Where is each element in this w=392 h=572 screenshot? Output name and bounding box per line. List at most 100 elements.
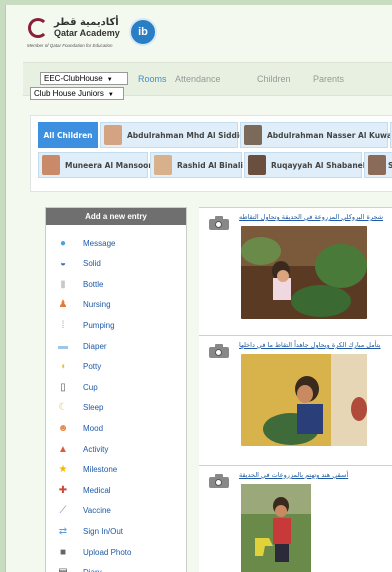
bowl-icon: ◒ [59, 258, 67, 270]
camera-icon: ■ [59, 546, 67, 558]
entry-medical[interactable]: ✚ Medical [46, 481, 186, 499]
entry-label: Upload Photo [83, 547, 132, 557]
child-avatar [368, 155, 386, 175]
clubhouse-select[interactable]: EEC-ClubHouse ▼ [40, 72, 128, 85]
clubhouse-select-value: EEC-ClubHouse [44, 74, 103, 83]
tab-child[interactable]: Rashid Al Binali [150, 152, 244, 178]
syringe-icon: ⟋ [59, 505, 67, 517]
entry-message[interactable]: ● Message [46, 234, 186, 252]
post-caption[interactable]: أسقي هند وتهتم بالمزروعات في الحديقة [239, 471, 348, 479]
diary-icon: ▤ [57, 567, 69, 572]
camera-icon [209, 474, 229, 488]
pump-icon: ⁞ [61, 319, 65, 331]
sign-in-out-icon: ⇄ [58, 525, 68, 537]
entry-label: Diaper [83, 341, 107, 351]
activity-feed: شجرة البروكلي المزروعة في الحديقة وتحاول… [199, 207, 392, 572]
chevron-down-icon: ▼ [107, 92, 114, 98]
chevron-down-icon: ▼ [106, 77, 113, 83]
child-avatar [104, 125, 122, 145]
post-photo[interactable] [241, 354, 367, 446]
nursing-icon: ♟ [58, 299, 68, 311]
entry-label: Solid [83, 259, 101, 269]
entry-label: Mood [83, 423, 104, 433]
tab-label: Ruqayyah Al Shabaneh [271, 160, 369, 170]
nav-link-children[interactable]: Children [257, 74, 291, 84]
child-avatar [154, 155, 172, 175]
group-select[interactable]: Club House Juniors ▼ [30, 87, 124, 100]
diaper-icon: ▬ [58, 340, 68, 352]
tab-child[interactable]: Muneera Al Mansoori [38, 152, 155, 178]
entry-label: Cup [83, 382, 98, 392]
logo-arabic-text: أكاديمية قطر [54, 17, 119, 28]
tab-label: All Children [43, 130, 93, 140]
potty-icon: ◖ [59, 361, 67, 373]
entry-cup[interactable]: ▯ Cup [46, 378, 186, 396]
message-bubble-icon: ● [59, 237, 67, 249]
entry-nursing[interactable]: ♟ Nursing [46, 296, 186, 314]
entry-sleep[interactable]: ☾ Sleep [46, 399, 186, 417]
feed-post: شجرة البروكلي المزروعة في الحديقة وتحاول… [199, 207, 392, 336]
entry-vaccine[interactable]: ⟋ Vaccine [46, 502, 186, 520]
entry-upload-photo[interactable]: ■ Upload Photo [46, 543, 186, 561]
tab-label: Rashid Al Binali [177, 160, 244, 170]
tab-label: Muneera Al Mansoori [65, 160, 155, 170]
post-photo[interactable] [241, 226, 367, 319]
logo-tagline: Member of Qatar Foundation for Education [27, 43, 113, 48]
qatar-academy-emblem-icon [28, 18, 48, 38]
camera-icon [209, 216, 229, 230]
tab-child[interactable]: Abdulrahman Mhd Al Siddiqi [100, 122, 247, 148]
nav-link-parents[interactable]: Parents [313, 74, 344, 84]
entry-label: Milestone [83, 465, 118, 475]
app-frame: أكاديمية قطر Qatar Academy Member of Qat… [5, 5, 392, 572]
star-icon: ★ [58, 464, 68, 476]
entry-diaper[interactable]: ▬ Diaper [46, 337, 186, 355]
entry-label: Message [83, 238, 116, 248]
post-photo[interactable] [241, 484, 311, 572]
mood-face-icon: ☻ [57, 422, 69, 434]
entry-pumping[interactable]: ⁞ Pumping [46, 316, 186, 334]
nav-link-rooms[interactable]: Rooms [138, 74, 167, 84]
entry-label: Nursing [83, 300, 111, 310]
tab-label: Abdulrahman Nasser Al Kuwari [267, 130, 392, 140]
entry-potty[interactable]: ◖ Potty [46, 358, 186, 376]
bottle-icon: ▮ [60, 278, 66, 290]
children-tabs-panel: All Children Abdulrahman Mhd Al Siddiqi … [30, 115, 392, 192]
child-avatar [244, 125, 262, 145]
post-caption[interactable]: يتأمل مبارك الكرة ويحاول جاهداً التقاط م… [239, 341, 380, 349]
feed-post: أسقي هند وتهتم بالمزروعات في الحديقة [199, 465, 392, 572]
entry-diary[interactable]: ▤ Diary [46, 564, 186, 572]
entry-label: Sleep [83, 403, 104, 413]
entry-sign-in-out[interactable]: ⇄ Sign In/Out [46, 522, 186, 540]
child-avatar [248, 155, 266, 175]
entry-label: Activity [83, 444, 109, 454]
add-entry-title: Add a new entry [46, 208, 186, 225]
entry-milestone[interactable]: ★ Milestone [46, 461, 186, 479]
sleep-moon-icon: ☾ [58, 402, 68, 414]
tab-child[interactable]: Ruqayyah Al Shabaneh [244, 152, 368, 178]
post-caption[interactable]: شجرة البروكلي المزروعة في الحديقة وتحاول… [239, 213, 383, 221]
entry-label: Pumping [83, 320, 115, 330]
header: أكاديمية قطر Qatar Academy Member of Qat… [6, 5, 392, 57]
tab-child[interactable]: Se [364, 152, 392, 178]
entry-bottle[interactable]: ▮ Bottle [46, 275, 186, 293]
feed-post: يتأمل مبارك الكرة ويحاول جاهداً التقاط م… [199, 335, 392, 466]
entry-label: Sign In/Out [83, 526, 124, 536]
child-avatar [42, 155, 60, 175]
entry-label: Potty [83, 362, 102, 372]
entry-label: Medical [83, 485, 111, 495]
entry-solid[interactable]: ◒ Solid [46, 255, 186, 273]
tab-child[interactable]: Abdulrahman Nasser Al Kuwari [240, 122, 392, 148]
entry-label: Bottle [83, 279, 104, 289]
entry-label: Vaccine [83, 506, 111, 516]
tab-label: Se [388, 161, 392, 170]
add-entry-panel: Add a new entry ● Message ◒ Solid ▮ Bottle ♟ Nu… [45, 207, 187, 572]
nav-link-attendance[interactable]: Attendance [175, 74, 221, 84]
ib-logo: ib [129, 18, 157, 46]
tab-label: Abdulrahman Mhd Al Siddiqi [127, 130, 248, 140]
tab-all-children[interactable]: All Children [38, 122, 98, 148]
logo-english-text: Qatar Academy [54, 28, 120, 38]
group-select-value: Club House Juniors [34, 89, 104, 98]
entry-activity[interactable]: ▲ Activity [46, 440, 186, 458]
medical-icon: ✚ [58, 484, 68, 496]
entry-mood[interactable]: ☻ Mood [46, 419, 186, 437]
